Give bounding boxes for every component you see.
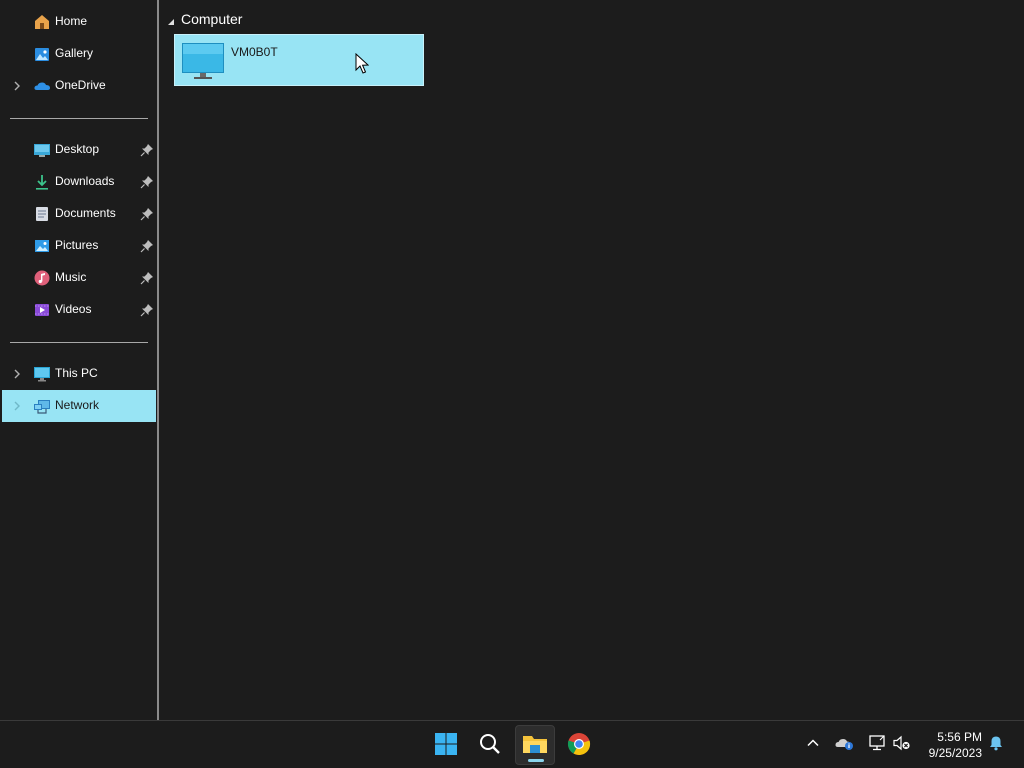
- network-status-icon: [868, 734, 886, 754]
- sidebar-item-label: Videos: [55, 302, 92, 316]
- search-icon: [478, 732, 502, 759]
- sidebar-item-label: Gallery: [55, 46, 94, 60]
- sidebar-item-label: Documents: [55, 206, 116, 220]
- gallery-icon: [33, 45, 51, 63]
- pin-icon[interactable]: [140, 143, 154, 157]
- volume-tray-button[interactable]: [891, 733, 913, 755]
- sidebar-item-label: Music: [55, 270, 87, 284]
- sidebar-item-documents[interactable]: Documents: [2, 198, 156, 230]
- sidebar-item-downloads[interactable]: Downloads: [2, 166, 156, 198]
- pin-icon[interactable]: [140, 207, 154, 221]
- group-header-computer[interactable]: Computer: [167, 9, 242, 29]
- chevron-right-icon[interactable]: [11, 368, 23, 380]
- home-icon: [33, 13, 51, 31]
- sidebar-item-label: Desktop: [55, 142, 100, 156]
- collapse-triangle-icon[interactable]: [167, 15, 175, 25]
- pin-icon[interactable]: [140, 303, 154, 317]
- clock-time: 5:56 PM: [937, 730, 982, 744]
- computer-name: VM0B0T: [231, 45, 278, 59]
- sidebar-item-label: Home: [55, 14, 88, 28]
- sidebar-item-network[interactable]: Network: [2, 390, 156, 422]
- sidebar-divider: [10, 342, 148, 343]
- volume-muted-icon: [893, 735, 911, 754]
- mouse-pointer-icon: [355, 52, 370, 75]
- chrome-icon: [567, 732, 591, 759]
- clock-date: 9/25/2023: [928, 746, 982, 760]
- sidebar-item-music[interactable]: Music: [2, 262, 156, 294]
- pin-icon[interactable]: [140, 175, 154, 189]
- chevron-up-icon: [806, 736, 820, 753]
- sidebar-item-label: Pictures: [55, 238, 99, 252]
- onedrive-tray-button[interactable]: [834, 733, 856, 755]
- sidebar-divider: [10, 118, 148, 119]
- music-icon: [33, 269, 51, 287]
- chrome-button[interactable]: [559, 725, 599, 765]
- chevron-right-icon[interactable]: [11, 80, 23, 92]
- desktop-icon: [33, 141, 51, 159]
- onedrive-cloud-icon: [33, 77, 51, 95]
- sidebar-item-desktop[interactable]: Desktop: [2, 134, 156, 166]
- network-tray-button[interactable]: [866, 733, 888, 755]
- pictures-icon: [33, 237, 51, 255]
- sidebar-item-label: OneDrive: [55, 78, 106, 92]
- computer-monitor-icon: [181, 41, 225, 81]
- sidebar-item-this-pc[interactable]: This PC: [2, 358, 156, 390]
- onedrive-status-icon: [835, 735, 855, 754]
- clock[interactable]: 5:56 PM 9/25/2023: [916, 729, 982, 761]
- sidebar-item-home[interactable]: Home: [2, 6, 156, 38]
- file-explorer-button[interactable]: [515, 725, 555, 765]
- sidebar-item-label: Downloads: [55, 174, 115, 188]
- navigation-pane: Home Gallery OneDrive Desktop Downloads: [0, 0, 157, 720]
- sidebar-item-label: Network: [55, 398, 100, 412]
- search-button[interactable]: [470, 725, 510, 765]
- start-icon: [434, 732, 458, 759]
- sidebar-item-pictures[interactable]: Pictures: [2, 230, 156, 262]
- sidebar-item-label: This PC: [55, 366, 98, 380]
- network-icon: [33, 397, 51, 415]
- videos-icon: [33, 301, 51, 319]
- notification-center-button[interactable]: [985, 733, 1007, 755]
- downloads-icon: [33, 173, 51, 191]
- sidebar-item-gallery[interactable]: Gallery: [2, 38, 156, 70]
- group-header-label: Computer: [181, 11, 243, 27]
- start-button[interactable]: [426, 725, 466, 765]
- this-pc-icon: [33, 365, 51, 383]
- notification-bell-icon: [988, 735, 1004, 754]
- pin-icon[interactable]: [140, 271, 154, 285]
- sidebar-item-videos[interactable]: Videos: [2, 294, 156, 326]
- pin-icon[interactable]: [140, 239, 154, 253]
- file-explorer-icon: [522, 732, 548, 759]
- chevron-right-icon[interactable]: [11, 400, 23, 412]
- taskbar: 5:56 PM 9/25/2023: [0, 720, 1024, 768]
- documents-icon: [33, 205, 51, 223]
- network-computer-item[interactable]: VM0B0T: [174, 34, 424, 86]
- sidebar-item-onedrive[interactable]: OneDrive: [2, 70, 156, 102]
- content-pane: Computer VM0B0T: [159, 0, 1024, 720]
- show-hidden-icons-button[interactable]: [802, 733, 824, 755]
